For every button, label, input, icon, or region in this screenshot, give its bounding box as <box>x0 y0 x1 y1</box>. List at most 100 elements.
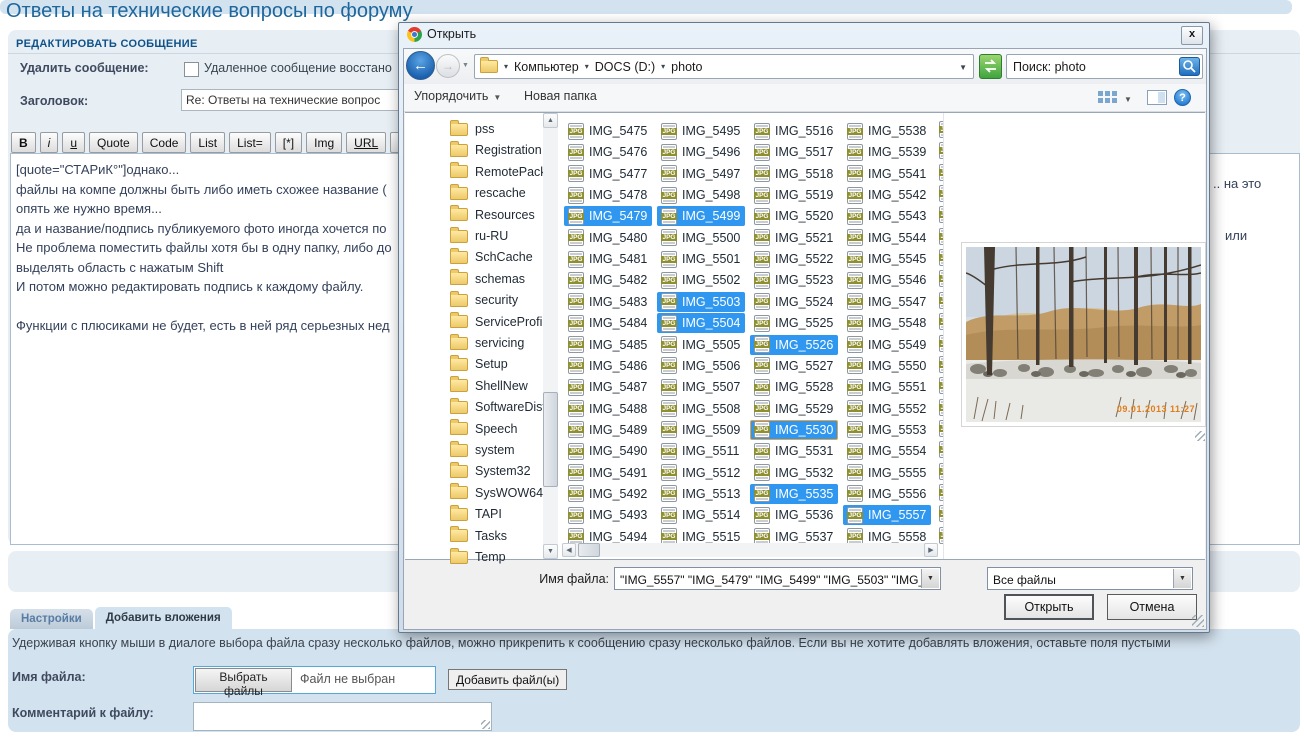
hscrollbar-thumb[interactable] <box>578 543 600 557</box>
file-img_5520[interactable]: JPGIMG_5520 <box>750 206 838 226</box>
search-input[interactable] <box>1011 57 1175 77</box>
file-img_5483[interactable]: JPGIMG_5483 <box>564 292 652 312</box>
tree-folder-registration[interactable]: Registration <box>405 140 543 160</box>
tree-folder-ru-ru[interactable]: ru-RU <box>405 226 543 246</box>
cancel-button[interactable]: Отмена <box>1107 594 1197 620</box>
file-img_5550[interactable]: JPGIMG_5550 <box>843 356 931 376</box>
new-folder-button[interactable]: Новая папка <box>524 89 597 103</box>
file-img_5475[interactable]: JPGIMG_5475 <box>564 121 652 141</box>
file-img_5500[interactable]: JPGIMG_5500 <box>657 228 745 248</box>
breadcrumb-item[interactable]: Компьютер <box>514 60 579 74</box>
tree-folder-setup[interactable]: Setup <box>405 354 543 374</box>
preview-resize-grip[interactable] <box>1195 431 1205 441</box>
file-img_5523[interactable]: JPGIMG_5523 <box>750 270 838 290</box>
scroll-left-icon[interactable]: ◀ <box>562 543 576 557</box>
file-img_5479[interactable]: JPGIMG_5479 <box>564 206 652 226</box>
open-button[interactable]: Открыть <box>1004 594 1094 620</box>
address-bar[interactable]: ▾Компьютер▾DOCS (D:)▾photo ▼ <box>474 54 974 79</box>
breadcrumb-item[interactable]: photo <box>671 60 702 74</box>
file-img_5478[interactable]: JPGIMG_5478 <box>564 185 652 205</box>
file-img_5542[interactable]: JPGIMG_5542 <box>843 185 931 205</box>
file-img_5552[interactable]: JPGIMG_5552 <box>843 399 931 419</box>
change-view-dropdown-icon[interactable]: ▼ <box>1124 95 1132 104</box>
file-img_5525[interactable]: JPGIMG_5525 <box>750 313 838 333</box>
nav-history-dropdown-icon[interactable]: ▼ <box>462 62 469 69</box>
tree-scrollbar-thumb[interactable] <box>543 392 558 487</box>
file-img_5495[interactable]: JPGIMG_5495 <box>657 121 745 141</box>
tree-folder-tasks[interactable]: Tasks <box>405 526 543 546</box>
file-img_5513[interactable]: JPGIMG_5513 <box>657 484 745 504</box>
tree-folder-servicing[interactable]: servicing <box>405 333 543 353</box>
tree-folder-system32[interactable]: System32 <box>405 461 543 481</box>
file-img_5477[interactable]: JPGIMG_5477 <box>564 164 652 184</box>
file-img_5481[interactable]: JPGIMG_5481 <box>564 249 652 269</box>
bbcode-b-button[interactable]: B <box>11 132 36 153</box>
file-img_5502[interactable]: JPGIMG_5502 <box>657 270 745 290</box>
preview-pane-toggle-icon[interactable] <box>1147 90 1167 105</box>
file-img_5519[interactable]: JPGIMG_5519 <box>750 185 838 205</box>
file-img_5514[interactable]: JPGIMG_5514 <box>657 505 745 525</box>
file-img_5504[interactable]: JPGIMG_5504 <box>657 313 745 333</box>
file-img_5486[interactable]: JPGIMG_5486 <box>564 356 652 376</box>
tree-folder-schcache[interactable]: SchCache <box>405 247 543 267</box>
tree-folder-tapi[interactable]: TAPI <box>405 504 543 524</box>
bbcode-i-button[interactable]: i <box>40 132 59 153</box>
file-img_5522[interactable]: JPGIMG_5522 <box>750 249 838 269</box>
tree-folder-speech[interactable]: Speech <box>405 419 543 439</box>
file-img_5487[interactable]: JPGIMG_5487 <box>564 377 652 397</box>
file-img_5508[interactable]: JPGIMG_5508 <box>657 399 745 419</box>
file-img_5517[interactable]: JPGIMG_5517 <box>750 142 838 162</box>
filename-combo[interactable]: ▼ <box>614 567 941 590</box>
filename-input[interactable] <box>618 570 923 589</box>
tree-folder-security[interactable]: security <box>405 290 543 310</box>
file-img_5484[interactable]: JPGIMG_5484 <box>564 313 652 333</box>
file-img_5493[interactable]: JPGIMG_5493 <box>564 505 652 525</box>
file-img_5557[interactable]: JPGIMG_5557 <box>843 505 931 525</box>
file-img_5498[interactable]: JPGIMG_5498 <box>657 185 745 205</box>
file-img_5548[interactable]: JPGIMG_5548 <box>843 313 931 333</box>
file-img_5507[interactable]: JPGIMG_5507 <box>657 377 745 397</box>
file-img_5499[interactable]: JPGIMG_5499 <box>657 206 745 226</box>
textarea-resize-grip[interactable] <box>481 720 490 729</box>
file-img_5482[interactable]: JPGIMG_5482 <box>564 270 652 290</box>
delete-message-checkbox[interactable] <box>184 62 199 77</box>
file-img_5506[interactable]: JPGIMG_5506 <box>657 356 745 376</box>
file-img_5480[interactable]: JPGIMG_5480 <box>564 228 652 248</box>
file-img_5553[interactable]: JPGIMG_5553 <box>843 420 931 440</box>
dialog-titlebar[interactable]: Открыть x <box>399 23 1209 47</box>
file-img_5544[interactable]: JPGIMG_5544 <box>843 228 931 248</box>
file-img_5527[interactable]: JPGIMG_5527 <box>750 356 838 376</box>
file-img_5485[interactable]: JPGIMG_5485 <box>564 335 652 355</box>
bbcode-code-button[interactable]: Code <box>142 132 187 153</box>
file-img_5497[interactable]: JPGIMG_5497 <box>657 164 745 184</box>
tree-folder-pss[interactable]: pss <box>405 119 543 139</box>
bbcode-list-button[interactable]: List <box>190 132 225 153</box>
dialog-resize-grip[interactable] <box>1192 615 1204 627</box>
file-img_5521[interactable]: JPGIMG_5521 <box>750 228 838 248</box>
file-img_5490[interactable]: JPGIMG_5490 <box>564 441 652 461</box>
tree-folder-serviceprofile[interactable]: ServiceProfile <box>405 312 543 332</box>
file-img_5556[interactable]: JPGIMG_5556 <box>843 484 931 504</box>
file-img_5546[interactable]: JPGIMG_5546 <box>843 270 931 290</box>
change-view-icon[interactable] <box>1097 90 1118 105</box>
file-img_5547[interactable]: JPGIMG_5547 <box>843 292 931 312</box>
chevron-down-icon[interactable]: ▼ <box>1173 569 1191 588</box>
back-button[interactable]: ← <box>406 51 435 80</box>
file-img_5554[interactable]: JPGIMG_5554 <box>843 441 931 461</box>
tree-folder-rescache[interactable]: rescache <box>405 183 543 203</box>
comment-textarea[interactable] <box>193 702 492 731</box>
file-img_5530[interactable]: JPGIMG_5530 <box>750 420 838 440</box>
tree-folder-remotepacka[interactable]: RemotePacka <box>405 162 543 182</box>
file-img_5509[interactable]: JPGIMG_5509 <box>657 420 745 440</box>
chevron-down-icon[interactable]: ▼ <box>921 569 939 588</box>
forward-button[interactable]: → <box>436 54 460 78</box>
file-img_5488[interactable]: JPGIMG_5488 <box>564 399 652 419</box>
tree-folder-system[interactable]: system <box>405 440 543 460</box>
file-img_5489[interactable]: JPGIMG_5489 <box>564 420 652 440</box>
file-img_5529[interactable]: JPGIMG_5529 <box>750 399 838 419</box>
file-img_5551[interactable]: JPGIMG_5551 <box>843 377 931 397</box>
file-img_5532[interactable]: JPGIMG_5532 <box>750 463 838 483</box>
file-img_5512[interactable]: JPGIMG_5512 <box>657 463 745 483</box>
filetype-combo[interactable]: ▼ <box>987 567 1193 590</box>
file-img_5516[interactable]: JPGIMG_5516 <box>750 121 838 141</box>
